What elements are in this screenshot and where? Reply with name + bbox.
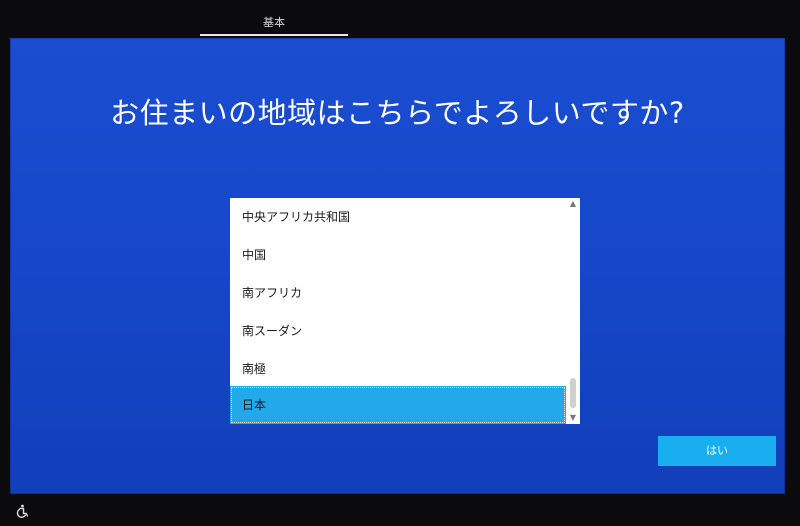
list-item-selected[interactable]: 日本 bbox=[230, 386, 566, 424]
setup-screen: お住まいの地域はこちらでよろしいですか? 中央アフリカ共和国 中国 南アフリカ … bbox=[10, 38, 785, 494]
list-item[interactable]: 南スーダン bbox=[230, 312, 566, 350]
tab-underline bbox=[200, 34, 348, 36]
list-item[interactable]: 南極 bbox=[230, 350, 566, 388]
list-item[interactable]: 南アフリカ bbox=[230, 274, 566, 312]
list-item[interactable]: 中央アフリカ共和国 bbox=[230, 198, 566, 236]
list-item[interactable]: 中国 bbox=[230, 236, 566, 274]
scroll-down-icon[interactable]: ▼ bbox=[566, 412, 580, 424]
setup-window: 基本 お住まいの地域はこちらでよろしいですか? 中央アフリカ共和国 中国 南アフ… bbox=[0, 0, 800, 526]
page-title: お住まいの地域はこちらでよろしいですか? bbox=[110, 96, 685, 130]
accessibility-icon[interactable] bbox=[13, 503, 29, 519]
scroll-thumb[interactable] bbox=[570, 378, 576, 408]
scrollbar[interactable]: ▲ ▼ bbox=[566, 198, 580, 424]
scroll-up-icon[interactable]: ▲ bbox=[566, 198, 580, 210]
tab-basic[interactable]: 基本 bbox=[200, 14, 348, 30]
region-listbox[interactable]: 中央アフリカ共和国 中国 南アフリカ 南スーダン 南極 日本 ▲ ▼ bbox=[230, 198, 580, 424]
yes-button[interactable]: はい bbox=[658, 436, 776, 466]
